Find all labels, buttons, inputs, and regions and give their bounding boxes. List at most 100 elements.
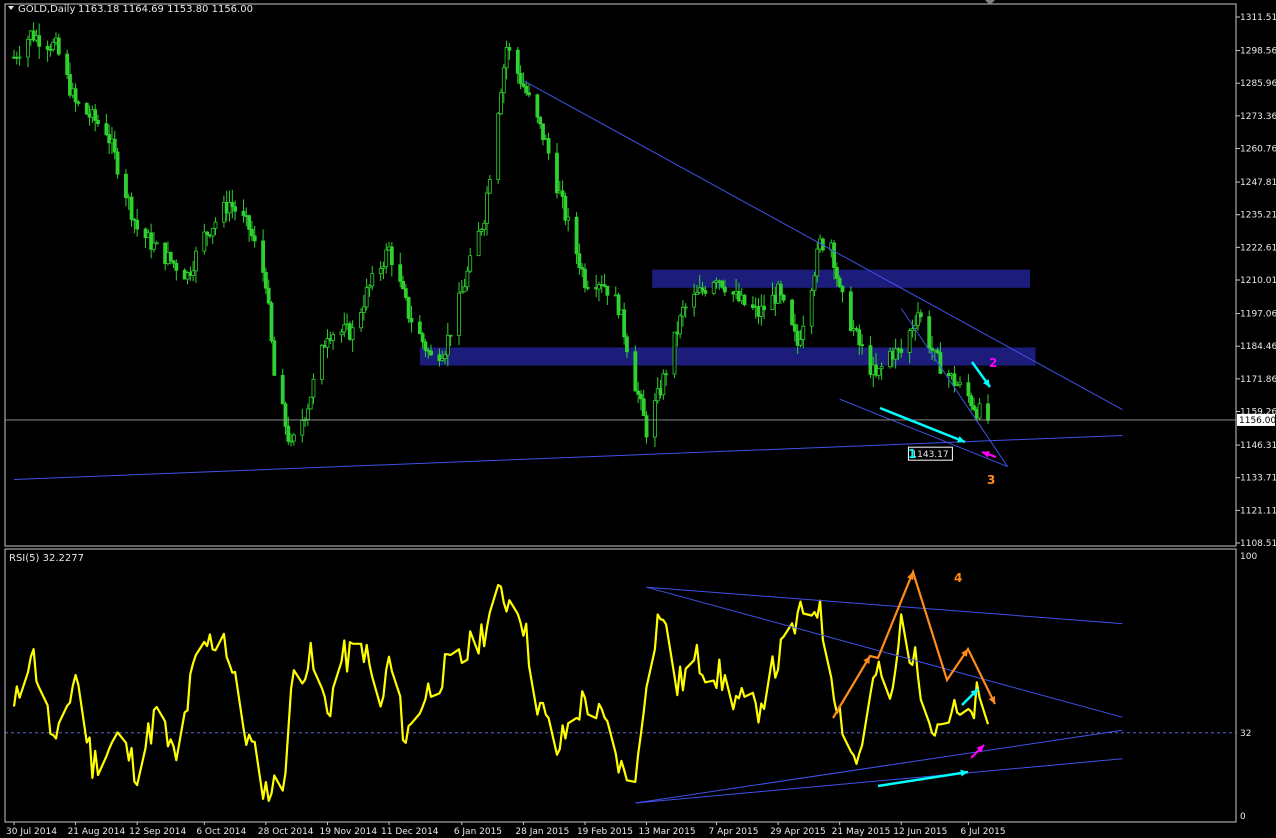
date-tick-label: 28 Oct 2014 bbox=[258, 827, 314, 837]
date-tick-label: 6 Jul 2015 bbox=[960, 827, 1005, 837]
candle bbox=[230, 189, 235, 219]
date-tick-label: 6 Oct 2014 bbox=[196, 827, 246, 837]
price-tick-label: 1247.81 bbox=[1240, 178, 1276, 188]
price-panel: 1143.17 bbox=[5, 22, 1236, 481]
price-tick-label: 1222.61 bbox=[1240, 243, 1276, 253]
candle bbox=[135, 209, 140, 237]
candle bbox=[210, 227, 215, 244]
date-tick-label: 19 Nov 2014 bbox=[319, 827, 377, 837]
candle bbox=[364, 278, 369, 311]
rsi-trendline-1 bbox=[646, 586, 1123, 625]
candle bbox=[790, 298, 794, 327]
cyan-arrow-rsi-1 bbox=[877, 769, 969, 788]
rsi-trendline-4 bbox=[635, 758, 1123, 804]
price-tick-label: 1171.86 bbox=[1240, 375, 1276, 385]
candle bbox=[26, 35, 30, 68]
symbol-label: GOLD,Daily bbox=[18, 4, 75, 15]
candle bbox=[272, 336, 277, 376]
candle bbox=[633, 345, 638, 392]
candle bbox=[605, 285, 610, 305]
annotation-2: 2 bbox=[989, 356, 997, 370]
candle bbox=[602, 273, 607, 288]
price-tick-label: 1146.31 bbox=[1240, 441, 1276, 451]
candle bbox=[809, 288, 814, 335]
candle bbox=[115, 147, 120, 179]
price-tick-label: 1298.56 bbox=[1240, 47, 1276, 57]
rsi-tick-label: 0 bbox=[1240, 812, 1246, 822]
price-tick-label: 1197.06 bbox=[1240, 310, 1276, 320]
candle bbox=[93, 104, 98, 132]
price-tick-label: 1108.51 bbox=[1240, 539, 1276, 549]
price-tick-label: 1133.71 bbox=[1240, 474, 1276, 484]
candle bbox=[194, 246, 198, 283]
resistance-zone-2 bbox=[419, 347, 1036, 366]
price-tick-label: 1184.46 bbox=[1240, 342, 1276, 352]
rsi-label: RSI(5) 32.2277 bbox=[9, 553, 84, 564]
candle bbox=[678, 313, 683, 339]
candle bbox=[280, 368, 285, 405]
price-tick-label: 1210.01 bbox=[1240, 276, 1276, 286]
ohlc-label: 1163.18 1164.69 1153.80 1156.00 bbox=[78, 4, 253, 15]
trading-chart: 1143.17 1311.51 1298.56 1285.96 1273.36 1260… bbox=[4, 0, 1276, 837]
candle bbox=[389, 242, 394, 277]
candle bbox=[241, 199, 246, 223]
overlay: GOLD,Daily 1163.18 1164.69 1153.80 1156.… bbox=[8, 0, 997, 788]
candle bbox=[672, 331, 677, 379]
annotation-1: 1 bbox=[908, 447, 916, 461]
price-tick-label: 1311.51 bbox=[1240, 13, 1276, 23]
candle bbox=[149, 223, 154, 259]
axes: 1311.51 1298.56 1285.96 1273.36 1260.76 1247.… bbox=[4, 3, 1276, 837]
price-tick-label: 1235.21 bbox=[1240, 211, 1276, 221]
candle bbox=[496, 111, 501, 184]
cyan-arrow-price-1 bbox=[879, 406, 966, 444]
price-tick-label: 1273.36 bbox=[1240, 112, 1276, 122]
candle bbox=[84, 102, 89, 115]
candle bbox=[781, 293, 786, 303]
price-trendline-1 bbox=[13, 434, 1123, 481]
candle bbox=[331, 331, 335, 350]
candle bbox=[644, 411, 649, 444]
candle bbox=[73, 83, 78, 112]
date-tick-label: 12 Sep 2014 bbox=[129, 827, 186, 837]
date-tick-label: 6 Jan 2015 bbox=[454, 827, 502, 837]
candle bbox=[308, 396, 313, 410]
candle bbox=[269, 300, 274, 344]
candle bbox=[541, 123, 545, 146]
candle bbox=[599, 275, 604, 293]
rsi-tick-label: 32 bbox=[1240, 729, 1251, 739]
date-tick-label: 13 Mar 2015 bbox=[639, 827, 696, 837]
candle bbox=[876, 368, 881, 380]
price-trendline-3 bbox=[900, 308, 1009, 467]
candle bbox=[300, 409, 305, 443]
price-tick-label: 1285.96 bbox=[1240, 79, 1276, 89]
candle bbox=[417, 314, 422, 335]
candle bbox=[37, 23, 42, 59]
candle bbox=[840, 285, 845, 303]
candle bbox=[202, 223, 207, 255]
candle bbox=[641, 389, 646, 417]
rsi-trendline-3 bbox=[635, 729, 1123, 804]
candle bbox=[555, 142, 559, 199]
candle bbox=[476, 222, 481, 257]
candle bbox=[129, 192, 134, 227]
rsi-panel bbox=[5, 583, 1236, 804]
candle bbox=[613, 286, 618, 297]
current-price-label: 1156.00 bbox=[1239, 416, 1276, 426]
candle bbox=[977, 398, 982, 421]
date-tick-label: 21 Aug 2014 bbox=[68, 827, 126, 837]
date-tick-label: 12 Jun 2015 bbox=[893, 827, 947, 837]
rsi-line bbox=[12, 583, 990, 802]
date-tick-label: 11 Dec 2014 bbox=[381, 827, 439, 837]
annotation-3: 3 bbox=[987, 473, 995, 487]
date-tick-label: 30 Jul 2014 bbox=[6, 827, 57, 837]
candle bbox=[124, 169, 128, 207]
price-tick-label: 1260.76 bbox=[1240, 145, 1276, 155]
date-tick-label: 7 Apr 2015 bbox=[709, 827, 759, 837]
cyan-arrow-price-2 bbox=[970, 361, 992, 388]
date-tick-label: 28 Jan 2015 bbox=[515, 827, 569, 837]
annotation-4: 4 bbox=[954, 571, 962, 585]
candle bbox=[848, 286, 853, 332]
panel-menu-icon bbox=[8, 6, 14, 10]
candle bbox=[319, 343, 324, 385]
date-tick-label: 19 Feb 2015 bbox=[577, 827, 633, 837]
